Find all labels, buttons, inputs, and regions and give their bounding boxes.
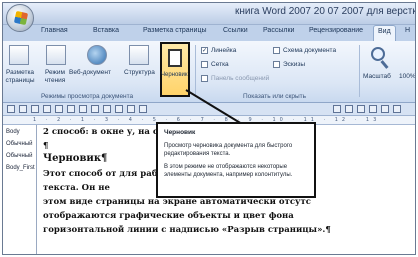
open-icon[interactable] [19,105,27,113]
ruler-checkbox[interactable]: ✓ Линейка [201,47,236,54]
grid-label: Сетка [211,61,229,68]
text-line: ¶ [43,141,49,151]
formatting-toolbar [3,103,415,116]
tab-review[interactable]: Рецензирование [309,27,363,34]
style-area: Body Обычный Обычный Body_First [3,125,37,254]
text-line: текста. Он не [43,183,110,193]
checkbox-icon [273,47,280,54]
print-layout-button[interactable]: Разметка страницы [3,69,37,85]
tab-page-layout[interactable]: Разметка страницы [143,27,207,34]
web-layout-button[interactable]: Веб-документ [69,69,111,77]
office-button[interactable] [6,4,34,32]
views-group-label: Режимы просмотра документа [41,93,134,100]
style-name: Body_First [6,165,35,171]
grid-checkbox[interactable]: Сетка [201,61,229,68]
redo-icon[interactable] [43,105,51,113]
document-map-label: Схема документа [283,47,337,54]
group-separator [195,45,196,97]
format-painter-icon[interactable] [127,105,135,113]
text-line: отображаются графические объекты и цвет … [43,211,294,221]
show-marks-icon[interactable] [139,105,147,113]
columns-icon[interactable] [345,105,353,113]
message-bar-checkbox: Панель сообщений [201,75,269,82]
ruler-label: Линейка [211,47,237,54]
spelling-icon[interactable] [79,105,87,113]
tab-view[interactable]: Вид [373,25,396,41]
font-color-icon[interactable] [381,105,389,113]
checkmark-icon: ✓ [201,47,208,54]
preview-icon[interactable] [67,105,75,113]
show-hide-group-label: Показать или скрыть [243,93,307,100]
checkbox-icon [201,75,208,82]
outline-icon[interactable] [129,45,149,65]
message-bar-label: Панель сообщений [211,75,270,82]
tooltip-title: Черновик [164,129,196,136]
draft-icon [168,49,182,67]
ribbon: Разметка страницы Режим чтения Веб-докум… [3,41,415,103]
zoom-handle-icon [380,60,389,69]
print-icon[interactable] [55,105,63,113]
undo-icon[interactable] [31,105,39,113]
tooltip-description: Просмотр черновика документа для быстрог… [164,143,293,157]
tooltip-note: В этом режиме не отображаются некоторые … [164,164,293,178]
checkbox-icon [273,61,280,68]
tab-references[interactable]: Ссылки [223,27,248,34]
thumbnails-checkbox[interactable]: Эскизы [273,61,305,68]
tab-more[interactable]: Н [405,27,410,34]
print-layout-icon[interactable] [9,45,29,65]
save-icon[interactable] [7,105,15,113]
checkbox-icon [201,61,208,68]
copy-icon[interactable] [103,105,111,113]
document-map-checkbox[interactable]: Схема документа [273,47,336,54]
style-name: Обычный [6,153,33,159]
zoom-button[interactable]: Масштаб [363,73,391,81]
text-line: горизонтальной линии с надписью «Разрыв … [43,225,331,235]
outline-button[interactable]: Структура [124,69,155,77]
reading-mode-icon[interactable] [46,45,66,65]
tab-insert[interactable]: Вставка [93,27,119,34]
paste-icon[interactable] [115,105,123,113]
title-bar: книга Word 2007 20 07 2007 для верстки [… [3,3,415,32]
highlight-icon[interactable] [393,105,401,113]
table-icon[interactable] [333,105,341,113]
ribbon-tabs: Главная Вставка Разметка страницы Ссылки… [3,25,415,41]
tab-mailings[interactable]: Рассылки [263,27,294,34]
text-line: этом виде страницы на экране автоматичес… [43,197,311,207]
web-layout-icon[interactable] [87,45,107,65]
heading-line: Черновик¶ [43,153,108,164]
draft-label: Черновик [161,72,188,78]
reading-mode-button[interactable]: Режим чтения [41,69,69,85]
window-title: книга Word 2007 20 07 2007 для верстки [… [235,6,415,17]
draft-button[interactable]: Черновик [160,42,190,97]
zoom-percent[interactable]: 100% [399,73,415,81]
style-name: Обычный [6,141,33,147]
cut-icon[interactable] [91,105,99,113]
office-logo-icon [13,10,29,26]
thumbnails-label: Эскизы [283,61,306,68]
group-separator [359,45,360,97]
font-size-icon[interactable] [369,105,377,113]
zoom-icon[interactable] [371,47,385,61]
drawing-icon[interactable] [357,105,365,113]
tab-home[interactable]: Главная [41,27,68,34]
style-name: Body [6,129,20,135]
draft-tooltip: Черновик Просмотр черновика документа дл… [156,122,316,198]
